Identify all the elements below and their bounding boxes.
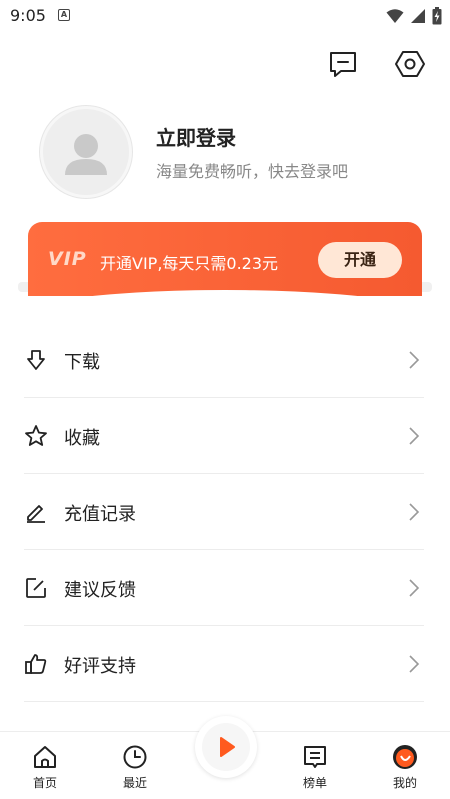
menu-item-recharge-history[interactable]: 充值记录 — [24, 474, 424, 550]
menu-list: 下载 收藏 充值记录 建议反馈 好评支持 — [0, 322, 450, 702]
tab-recent[interactable]: 最近 — [105, 744, 165, 791]
chevron-right-icon — [409, 579, 420, 597]
chevron-right-icon — [409, 503, 420, 521]
settings-icon[interactable] — [394, 48, 426, 80]
vip-open-button[interactable]: 开通 — [318, 242, 402, 278]
keyboard-a-icon: A — [58, 9, 70, 21]
wifi-icon — [386, 9, 404, 23]
screen: 9:05 A 立即登录 海量免费畅听，快去登录吧 VIP 开通VIP,每天只需0… — [0, 0, 450, 799]
menu-item-label: 收藏 — [64, 428, 100, 449]
chart-list-icon — [304, 746, 326, 768]
menu-item-rate-support[interactable]: 好评支持 — [24, 626, 424, 702]
thumbs-up-icon — [25, 654, 47, 674]
menu-item-label: 好评支持 — [64, 656, 136, 677]
chevron-right-icon — [409, 351, 420, 369]
menu-item-label: 下载 — [64, 352, 100, 373]
message-icon[interactable] — [327, 48, 359, 80]
download-icon — [27, 350, 45, 370]
status-icons — [386, 7, 442, 25]
login-subtitle: 海量免费畅听，快去登录吧 — [156, 162, 349, 181]
signal-icon — [411, 9, 425, 23]
tab-mine[interactable]: 我的 — [375, 744, 435, 791]
login-title[interactable]: 立即登录 — [156, 122, 236, 151]
tab-label: 最近 — [122, 776, 147, 790]
menu-item-label: 充值记录 — [64, 504, 136, 525]
chevron-right-icon — [409, 655, 420, 673]
clock-icon — [123, 745, 147, 769]
battery-icon — [432, 7, 442, 25]
play-button-inner — [202, 723, 250, 771]
tab-home[interactable]: 首页 — [15, 744, 75, 791]
status-time: 9:05 — [10, 6, 46, 25]
avatar[interactable] — [40, 106, 132, 198]
vip-banner[interactable]: VIP 开通VIP,每天只需0.23元 开通 — [28, 222, 422, 296]
menu-item-feedback[interactable]: 建议反馈 — [24, 550, 424, 626]
tab-label: 榜单 — [302, 776, 327, 790]
tab-charts[interactable]: 榜单 — [285, 744, 345, 791]
star-icon — [25, 425, 47, 446]
chevron-right-icon — [409, 427, 420, 445]
menu-item-label: 建议反馈 — [64, 580, 136, 601]
menu-item-favorites[interactable]: 收藏 — [24, 398, 424, 474]
status-bar: 9:05 A — [0, 0, 450, 32]
play-button[interactable] — [195, 716, 257, 778]
pencil-icon — [27, 505, 45, 523]
home-icon — [34, 746, 56, 768]
menu-item-download[interactable]: 下载 — [24, 322, 424, 398]
profile-icon — [393, 745, 417, 769]
vip-logo: VIP — [48, 248, 87, 270]
vip-promo-text: 开通VIP,每天只需0.23元 — [100, 254, 279, 273]
default-avatar-icon — [65, 134, 107, 175]
tab-label: 我的 — [392, 776, 417, 790]
play-icon — [220, 737, 235, 757]
tab-label: 首页 — [32, 776, 57, 790]
edit-square-icon — [26, 578, 46, 598]
